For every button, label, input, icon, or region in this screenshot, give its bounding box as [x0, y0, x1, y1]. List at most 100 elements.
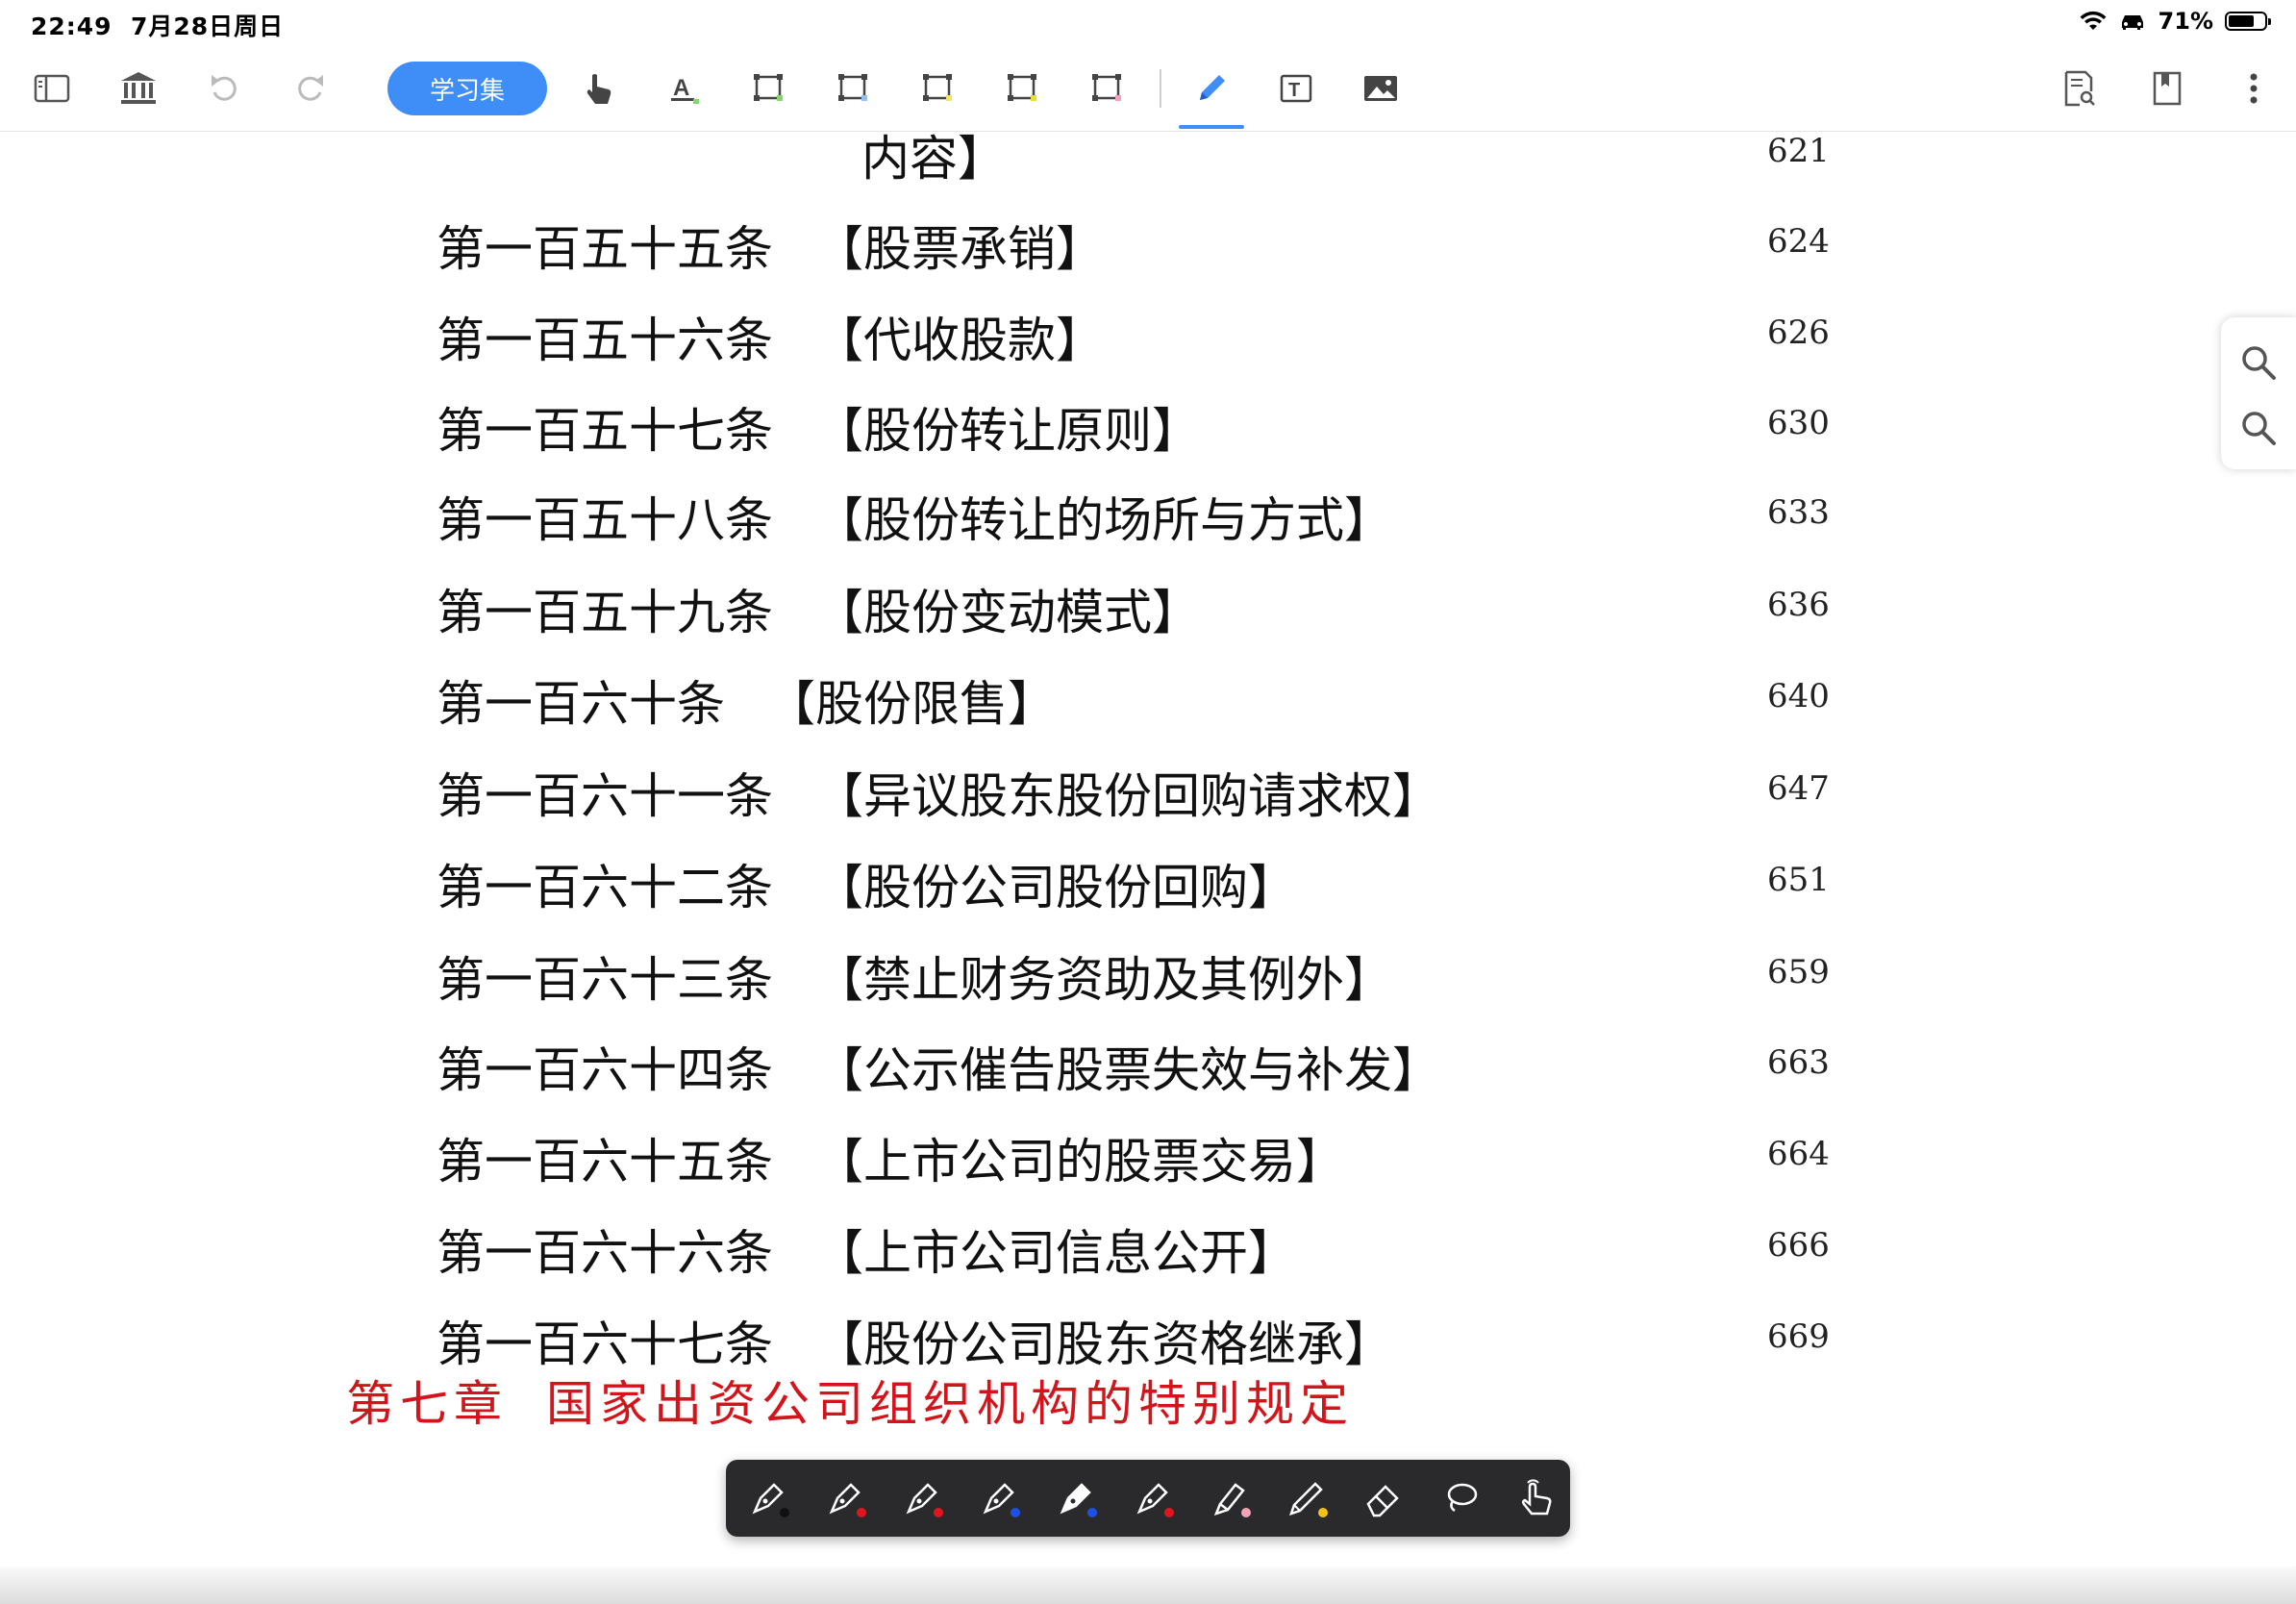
- fountain-pen-blue-icon: [983, 1483, 1014, 1515]
- date: 7月28日周日: [131, 13, 285, 40]
- chapter-heading[interactable]: 第七章 国家出资公司组织机构的特别规定: [346, 1366, 1354, 1435]
- toc-article: 第一百六十一条: [437, 768, 773, 824]
- pen-tool-black[interactable]: [741, 1471, 795, 1525]
- side-search-panel: [2221, 317, 2296, 469]
- toc-page: 630: [1767, 404, 1830, 442]
- toc-entry[interactable]: 第一百六十六条 【上市公司信息公开】 666: [0, 1215, 2296, 1291]
- toc-entry[interactable]: 第一百六十一条 【异议股东股份回购请求权】 647: [0, 758, 2296, 835]
- pen-tool-blue-selected[interactable]: [1049, 1471, 1103, 1525]
- toc-entry-partial[interactable]: 内容】 621: [0, 132, 2296, 197]
- svg-text:T: T: [1288, 80, 1300, 101]
- toc-entry[interactable]: 第一百五十七条 【股份转让原则】 630: [0, 392, 2296, 469]
- rect-select-pink-button[interactable]: [1081, 62, 1135, 115]
- text-highlight-icon: A: [671, 75, 699, 104]
- hand-tool-button[interactable]: [571, 62, 625, 115]
- touch-tool[interactable]: [1510, 1471, 1564, 1525]
- pen-color-dot: [857, 1508, 866, 1517]
- pen-tool-red[interactable]: [818, 1471, 872, 1525]
- pen-icon: [1200, 75, 1225, 100]
- rect-select-green-button[interactable]: [742, 62, 796, 115]
- search-document-button[interactable]: [2052, 62, 2106, 115]
- redo-button[interactable]: [283, 62, 337, 115]
- pen-color-dot: [1318, 1508, 1328, 1517]
- search-icon: [2242, 412, 2276, 445]
- bookmark-icon: [2153, 71, 2182, 106]
- pen-tool-red-2[interactable]: [895, 1471, 949, 1525]
- search-button-2[interactable]: [2234, 404, 2283, 452]
- rect-select-blue-button[interactable]: [827, 62, 881, 115]
- rect-select-yellowgreen-button[interactable]: [996, 62, 1050, 115]
- toc-page: 666: [1767, 1226, 1830, 1265]
- toc-page: 663: [1767, 1043, 1830, 1082]
- toc-page: 636: [1767, 586, 1830, 624]
- fountain-pen-black-icon: [752, 1483, 784, 1515]
- pen-tool-blue[interactable]: [972, 1471, 1026, 1525]
- toc-entry[interactable]: 第一百六十四条 【公示催告股票失效与补发】 663: [0, 1032, 2296, 1109]
- lasso-icon: [1447, 1483, 1478, 1513]
- image-icon: [1364, 76, 1397, 101]
- toc-title: 【股份公司股份回购】: [815, 860, 1296, 915]
- hand-icon: [586, 74, 611, 104]
- text-box-button[interactable]: T: [1269, 62, 1323, 115]
- rect-select-yellow-button[interactable]: [911, 62, 965, 115]
- pen-color-dot: [1164, 1508, 1174, 1517]
- image-button[interactable]: [1354, 62, 1408, 115]
- toc-entry[interactable]: 第一百五十五条 【股票承销】 624: [0, 211, 2296, 288]
- rect-select-yellow-icon: [923, 74, 952, 101]
- bookmark-button[interactable]: [2140, 62, 2194, 115]
- toc-title: 【上市公司的股票交易】: [815, 1134, 1344, 1190]
- bottom-edge: [0, 1566, 2296, 1604]
- pen-tool-red-3[interactable]: [1126, 1471, 1180, 1525]
- undo-button[interactable]: [198, 62, 252, 115]
- pen-palette: [726, 1460, 1570, 1537]
- library-button[interactable]: [112, 62, 165, 115]
- study-set-button[interactable]: 学习集: [387, 62, 547, 115]
- rect-select-blue-icon: [838, 74, 867, 101]
- pen-color-dot: [1087, 1508, 1097, 1517]
- toc-title: 内容】: [861, 132, 1006, 187]
- pen-tool-button[interactable]: [1185, 62, 1238, 115]
- pencil-tool[interactable]: [1280, 1471, 1334, 1525]
- toc-page: 647: [1767, 769, 1830, 808]
- toc-page: 664: [1767, 1135, 1830, 1173]
- fountain-pen-red-2-icon: [906, 1483, 937, 1515]
- toc-entry[interactable]: 第一百五十九条 【股份变动模式】 636: [0, 574, 2296, 651]
- toc-article: 第一百五十九条: [437, 585, 773, 640]
- pen-color-dot: [780, 1508, 789, 1517]
- toc-page: 659: [1767, 953, 1830, 991]
- text-highlight-button[interactable]: A: [658, 62, 711, 115]
- toc-entry[interactable]: 第一百五十八条 【股份转让的场所与方式】 633: [0, 482, 2296, 559]
- search-button[interactable]: [2234, 338, 2283, 387]
- battery-fill: [2229, 15, 2254, 27]
- rect-select-green-icon: [754, 74, 783, 101]
- toc-page: 624: [1767, 222, 1830, 261]
- toc-article: 第一百六十六条: [437, 1225, 773, 1281]
- car-icon: [2121, 15, 2143, 30]
- library-icon: [121, 72, 156, 104]
- toc-title: 【禁止财务资助及其例外】: [815, 952, 1392, 1008]
- toc-entry[interactable]: 第一百六十条 【股份限售】 640: [0, 665, 2296, 742]
- pencil-yellow-icon: [1289, 1482, 1323, 1516]
- toc-article: 第一百六十四条: [437, 1042, 773, 1098]
- chapter-number: 第七章: [346, 1376, 508, 1432]
- sidebar-toggle-button[interactable]: [25, 62, 79, 115]
- toc-title: 【公示催告股票失效与补发】: [815, 1042, 1440, 1098]
- fountain-pen-red-icon: [829, 1483, 861, 1515]
- toc-entry[interactable]: 第一百五十六条 【代收股款】 626: [0, 302, 2296, 379]
- toc-article: 第一百五十八条: [437, 492, 773, 548]
- status-time: 22:49 7月28日周日: [31, 8, 284, 42]
- more-button[interactable]: [2227, 62, 2281, 115]
- pen-color-dot: [1011, 1508, 1020, 1517]
- toc-title: 【股份转让的场所与方式】: [815, 492, 1392, 548]
- toc-entry[interactable]: 第一百六十五条 【上市公司的股票交易】 664: [0, 1123, 2296, 1200]
- lasso-tool[interactable]: [1434, 1471, 1487, 1525]
- search-document-icon: [2064, 70, 2095, 107]
- toc-entry[interactable]: 第一百六十三条 【禁止财务资助及其例外】 659: [0, 941, 2296, 1018]
- highlighter-tool[interactable]: [1203, 1471, 1257, 1525]
- toc-entry[interactable]: 第一百六十二条 【股份公司股份回购】 651: [0, 849, 2296, 926]
- fountain-pen-blue-selected-icon: [1060, 1483, 1091, 1515]
- rect-select-pink-icon: [1092, 74, 1121, 101]
- battery-icon: [2225, 12, 2271, 31]
- eraser-tool[interactable]: [1357, 1471, 1410, 1525]
- toc-article: 第一百六十三条: [437, 952, 773, 1008]
